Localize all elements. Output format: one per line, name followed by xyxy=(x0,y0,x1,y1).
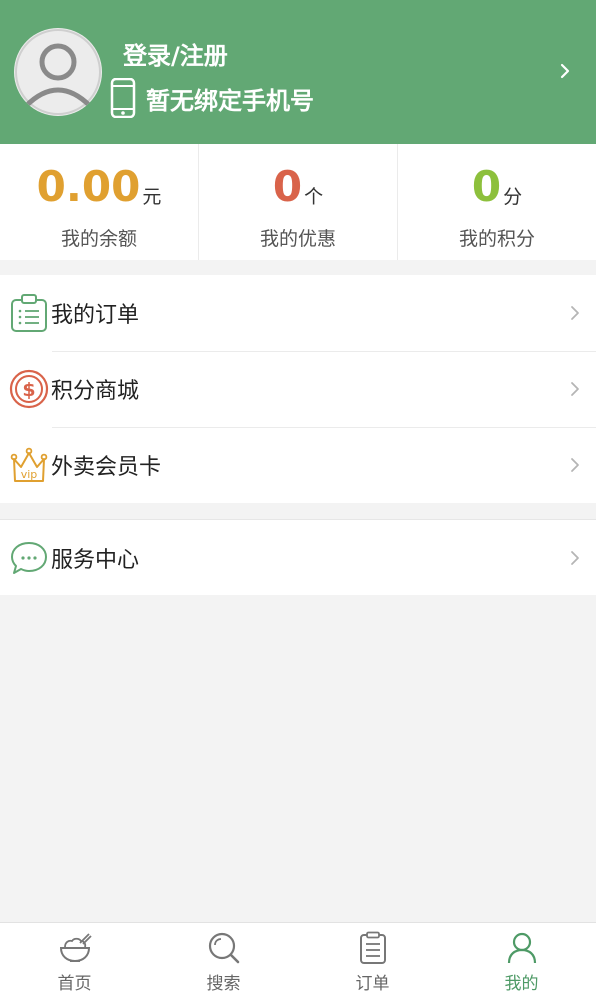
balance-value: 0.00 xyxy=(36,162,141,211)
stat-points[interactable]: 0 分 我的积分 xyxy=(398,144,596,260)
coupons-label: 我的优惠 xyxy=(259,228,336,250)
menu-item-vip-card[interactable]: vip 外卖会员卡 xyxy=(0,427,596,503)
chat-bubble-icon xyxy=(11,541,47,574)
menu-item-label: 外卖会员卡 xyxy=(51,455,162,480)
tab-home[interactable]: 首页 xyxy=(0,923,149,998)
account-stats: 0.00 元 我的余额 0 个 我的优惠 0 分 我的积分 xyxy=(0,144,596,260)
balance-label: 我的余额 xyxy=(60,228,137,250)
chevron-right-icon[interactable] xyxy=(558,56,572,86)
clipboard-icon xyxy=(359,931,386,964)
tab-search[interactable]: 搜索 xyxy=(149,923,298,998)
menu-item-orders[interactable]: 我的订单 xyxy=(0,275,596,351)
menu-item-label: 服务中心 xyxy=(51,547,140,573)
menu-item-service-center[interactable]: 服务中心 xyxy=(0,520,596,595)
tab-orders[interactable]: 订单 xyxy=(298,923,447,998)
points-unit: 分 xyxy=(503,186,523,208)
mobile-phone-icon xyxy=(110,78,136,118)
tab-label: 搜索 xyxy=(206,974,241,994)
chevron-right-icon xyxy=(571,306,579,320)
tab-label: 我的 xyxy=(504,974,539,994)
menu-group-service: 服务中心 xyxy=(0,519,596,595)
tab-mine[interactable]: 我的 xyxy=(447,923,596,998)
coupons-unit: 个 xyxy=(304,186,324,208)
stat-coupons[interactable]: 0 个 我的优惠 xyxy=(199,144,398,260)
profile-header[interactable]: 登录/注册 暂无绑定手机号 xyxy=(0,0,596,144)
bottom-tab-bar: 首页 搜索 订单 我的 xyxy=(0,922,596,998)
rice-bowl-icon xyxy=(59,933,92,963)
balance-unit: 元 xyxy=(142,186,162,208)
menu-item-label: 积分商城 xyxy=(51,379,140,404)
coupons-value: 0 xyxy=(272,162,303,211)
clipboard-list-icon xyxy=(11,294,47,332)
svg-text:vip: vip xyxy=(21,468,38,481)
avatar[interactable] xyxy=(14,28,102,116)
user-icon xyxy=(507,932,536,964)
dollar-coin-icon: $ xyxy=(9,369,49,409)
points-label: 我的积分 xyxy=(458,228,535,250)
phone-binding-row[interactable]: 暂无绑定手机号 xyxy=(110,78,314,118)
search-icon xyxy=(208,932,239,964)
phone-status-text: 暂无绑定手机号 xyxy=(146,86,314,115)
menu-item-label: 我的订单 xyxy=(51,303,140,328)
tab-label: 首页 xyxy=(57,974,92,994)
tab-label: 订单 xyxy=(355,974,390,994)
svg-text:$: $ xyxy=(22,379,35,401)
points-value: 0 xyxy=(471,162,502,211)
chevron-right-icon xyxy=(571,382,579,396)
chevron-right-icon xyxy=(571,458,579,472)
user-avatar-icon xyxy=(15,29,101,115)
vip-crown-icon: vip xyxy=(10,447,48,482)
chevron-right-icon xyxy=(571,550,579,565)
stat-balance[interactable]: 0.00 元 我的余额 xyxy=(0,144,199,260)
menu-group-main: 我的订单 $ 积分商城 vip 外卖会员卡 xyxy=(0,275,596,503)
menu-item-points-mall[interactable]: $ 积分商城 xyxy=(0,351,596,427)
login-register-link[interactable]: 登录/注册 xyxy=(123,36,228,71)
